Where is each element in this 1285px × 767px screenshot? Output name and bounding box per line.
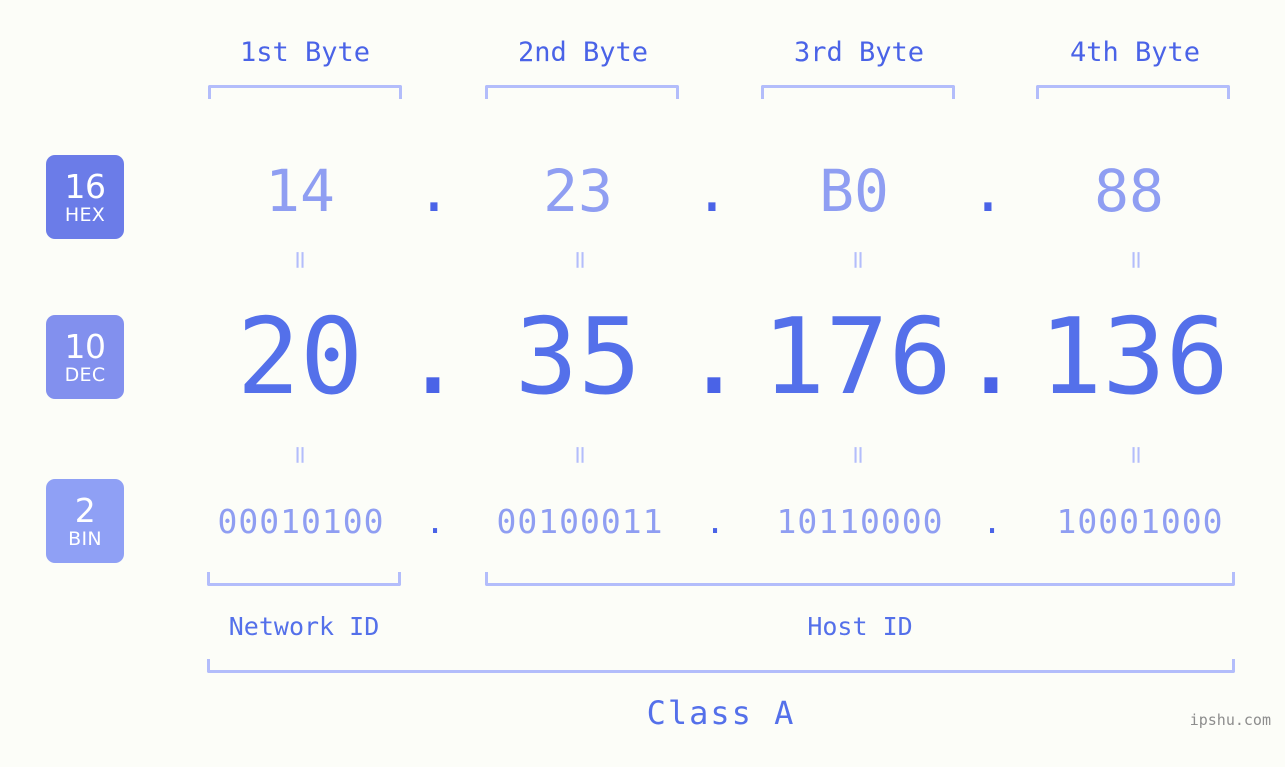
radix-badge-dec-number: 10: [64, 326, 107, 366]
bin-value-1: 00010100: [217, 502, 385, 541]
hex-value-4: 88: [1094, 157, 1164, 225]
byte-bracket-top-3: [761, 85, 955, 99]
hex-separator-1: .: [416, 157, 452, 225]
hex-value-2: 23: [543, 157, 613, 225]
network-id-bracket: [207, 572, 401, 586]
equality-mark-dec-bin-2: =: [566, 444, 595, 466]
bin-value-4: 10001000: [1056, 502, 1224, 541]
dec-value-4: 136: [1039, 296, 1229, 418]
hex-separator-3: .: [970, 157, 1006, 225]
equality-mark-hex-dec-4: =: [1122, 249, 1151, 271]
bin-separator-1: .: [425, 502, 445, 541]
watermark: ipshu.com: [1189, 711, 1271, 729]
dec-separator-2: .: [682, 296, 746, 418]
class-label: Class A: [646, 694, 796, 732]
byte-bracket-top-1: [208, 85, 402, 99]
host-id-label: Host ID: [807, 612, 913, 641]
bin-separator-3: .: [982, 502, 1002, 541]
host-id-bracket: [485, 572, 1235, 586]
equality-mark-hex-dec-1: =: [286, 249, 315, 271]
hex-value-3: B0: [819, 157, 889, 225]
dec-value-1: 20: [236, 296, 364, 418]
ip-breakdown-diagram: 1st Byte 2nd Byte 3rd Byte 4th Byte 16 H…: [0, 0, 1285, 767]
equality-mark-hex-dec-3: =: [844, 249, 873, 271]
class-bracket: [207, 659, 1235, 673]
dec-value-3: 176: [762, 296, 952, 418]
radix-badge-hex-number: 16: [64, 166, 107, 206]
radix-badge-hex-name: HEX: [64, 203, 106, 226]
equality-mark-dec-bin-4: =: [1122, 444, 1151, 466]
bin-value-2: 00100011: [496, 502, 664, 541]
hex-value-1: 14: [265, 157, 335, 225]
radix-badge-bin: 2 BIN: [46, 479, 124, 563]
dec-separator-1: .: [401, 296, 465, 418]
equality-mark-hex-dec-2: =: [566, 249, 595, 271]
equality-mark-dec-bin-3: =: [844, 444, 873, 466]
radix-badge-dec: 10 DEC: [46, 315, 124, 399]
network-id-label: Network ID: [228, 612, 380, 641]
bin-separator-2: .: [705, 502, 725, 541]
bin-value-3: 10110000: [776, 502, 944, 541]
byte-header-2: 2nd Byte: [517, 37, 649, 68]
radix-badge-hex: 16 HEX: [46, 155, 124, 239]
dec-separator-3: .: [959, 296, 1023, 418]
byte-header-1: 1st Byte: [239, 37, 371, 68]
radix-badge-dec-name: DEC: [64, 363, 106, 386]
equality-mark-dec-bin-1: =: [286, 444, 315, 466]
byte-bracket-top-2: [485, 85, 679, 99]
dec-value-2: 35: [514, 296, 642, 418]
byte-bracket-top-4: [1036, 85, 1230, 99]
radix-badge-bin-number: 2: [74, 490, 96, 530]
byte-header-3: 3rd Byte: [793, 37, 925, 68]
radix-badge-bin-name: BIN: [68, 527, 102, 550]
hex-separator-2: .: [694, 157, 730, 225]
byte-header-4: 4th Byte: [1069, 37, 1201, 68]
